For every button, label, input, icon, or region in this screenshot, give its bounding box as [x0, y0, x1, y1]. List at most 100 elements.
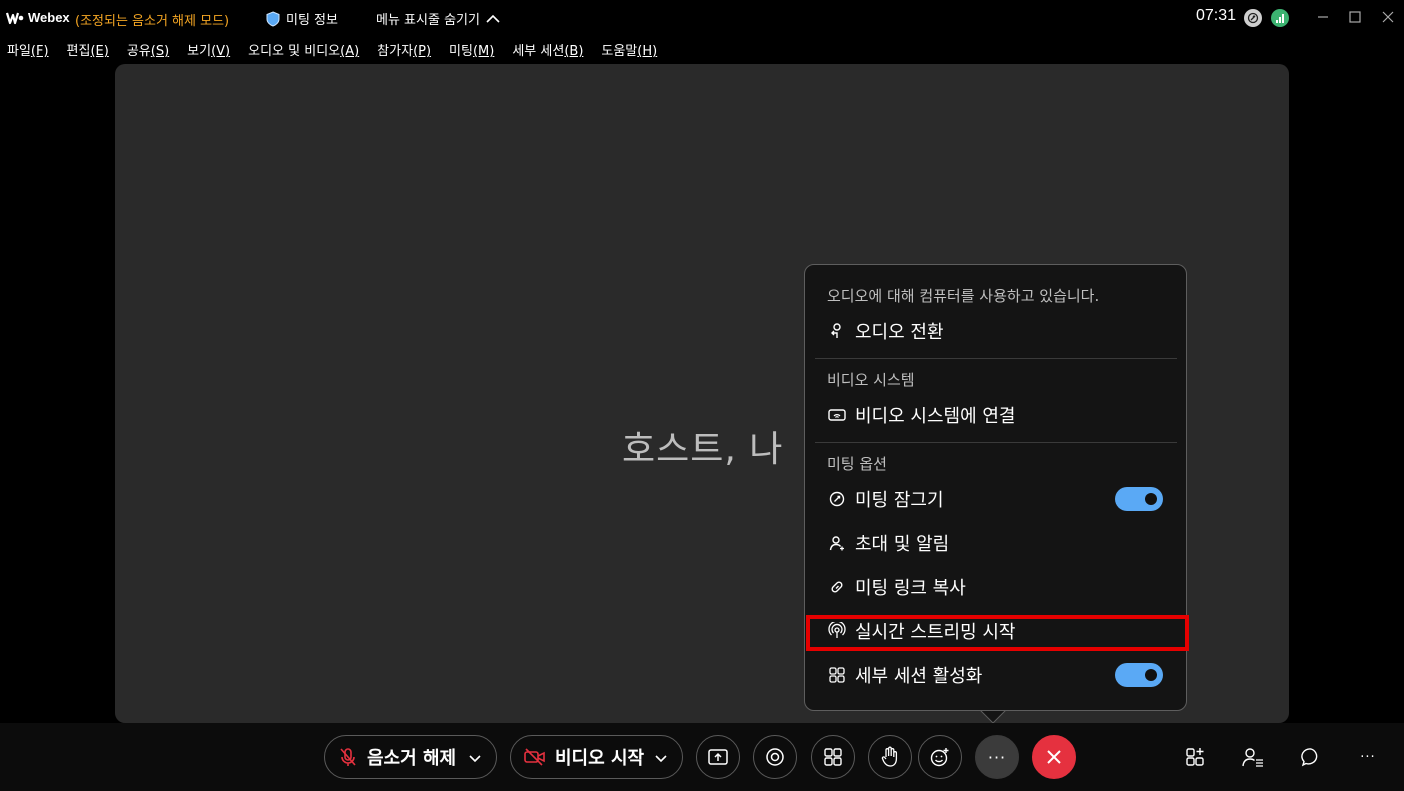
chevron-up-icon: [486, 14, 500, 23]
title-bar: Webex (조정되는 음소거 해제 모드) 미팅 정보 메뉴 표시줄 숨기기 …: [0, 0, 1404, 36]
switch-audio-item[interactable]: 오디오 전환: [815, 313, 1175, 349]
shield-icon: [266, 10, 280, 27]
record-button[interactable]: [753, 735, 797, 779]
menu-item-accelerator: (M): [472, 44, 495, 59]
more-icon: ···: [987, 747, 1007, 767]
enable-breakout-item[interactable]: 세부 세션 활성화: [815, 657, 1175, 693]
menu-bar: 파일(F) 편집(E) 공유(S) 보기(V) 오디오 및 비디오(A) 참가자(P) 미팅…: [0, 40, 668, 62]
menu-item-accelerator: (S): [150, 44, 170, 59]
divider: [815, 358, 1177, 359]
maximize-icon: [1349, 11, 1361, 23]
meeting-info-button[interactable]: 미팅 정보: [266, 9, 338, 28]
apps-button[interactable]: [811, 735, 855, 779]
start-video-button[interactable]: 비디오 시작: [510, 735, 683, 779]
menu-item-accelerator: (P): [413, 44, 432, 59]
menu-item[interactable]: 편집(E): [67, 40, 109, 62]
menu-item[interactable]: 공유(S): [127, 40, 169, 62]
menu-item-label: 공유: [126, 44, 151, 59]
divider: [815, 442, 1177, 443]
start-video-label: 비디오 시작: [555, 748, 645, 769]
menu-item[interactable]: 오디오 및 비디오(A): [248, 40, 359, 62]
meeting-info-label: 미팅 정보: [286, 13, 338, 28]
more-icon: ···: [1360, 749, 1376, 765]
menu-item-accelerator: (V): [211, 44, 231, 59]
host-name-label: 호스트, 나: [622, 429, 784, 470]
breakout-toggle[interactable]: [1115, 663, 1163, 687]
link-icon: [827, 577, 847, 597]
share-icon: [708, 749, 728, 765]
meeting-controls-bar: 음소거 해제 비디오 시작 ··· ···: [0, 723, 1404, 791]
copy-link-label: 미팅 링크 복사: [855, 578, 966, 599]
unmute-button[interactable]: 음소거 해제: [324, 735, 497, 779]
video-system-icon: [827, 405, 847, 425]
lock-meeting-label: 미팅 잠그기: [855, 490, 944, 511]
app-name: Webex: [28, 10, 70, 25]
participants-icon: [1242, 748, 1263, 767]
maximize-button[interactable]: [1343, 6, 1367, 28]
close-icon: [1382, 11, 1394, 23]
hide-menu-bar-button[interactable]: 메뉴 표시줄 숨기기: [376, 9, 500, 28]
menu-item-label: 미팅: [449, 44, 473, 59]
share-button[interactable]: [696, 735, 740, 779]
switch-audio-icon: [827, 321, 847, 341]
video-off-icon: [524, 748, 545, 766]
minimize-icon: [1318, 16, 1328, 18]
network-health-icon[interactable]: [1271, 9, 1289, 27]
chevron-down-icon[interactable]: [654, 751, 668, 765]
more-options-button[interactable]: ···: [975, 735, 1019, 779]
menu-item[interactable]: 미팅(M): [449, 40, 494, 62]
menu-item[interactable]: 도움말(H): [601, 40, 657, 62]
invite-remind-label: 초대 및 알림: [855, 534, 950, 555]
breakout-sessions-button[interactable]: [1174, 735, 1218, 779]
livestream-highlight-box: [806, 615, 1189, 651]
meeting-options-title: 미팅 옵션: [827, 455, 887, 473]
menu-item[interactable]: 파일(F): [7, 40, 49, 62]
invite-person-icon: [827, 533, 847, 553]
connect-video-system-label: 비디오 시스템에 연결: [855, 406, 1016, 427]
lock-status-icon[interactable]: [1244, 9, 1262, 27]
record-icon: [766, 748, 784, 766]
breakout-add-icon: [1186, 748, 1204, 766]
invite-remind-item[interactable]: 초대 및 알림: [815, 525, 1175, 561]
video-section-title: 비디오 시스템: [827, 371, 915, 389]
close-icon: [1047, 750, 1061, 764]
raise-hand-button[interactable]: [868, 735, 912, 779]
menu-item-label: 편집: [66, 44, 91, 59]
lock-meeting-item[interactable]: 미팅 잠그기: [815, 481, 1175, 517]
menu-item-label: 파일: [7, 44, 31, 59]
menu-item[interactable]: 세부 세션(B): [512, 40, 583, 62]
breakout-grid-icon: [827, 665, 847, 685]
lock-meeting-toggle[interactable]: [1115, 487, 1163, 511]
menu-item-label: 도움말: [601, 44, 638, 59]
menu-item-label: 오디오 및 비디오: [248, 44, 341, 59]
close-window-button[interactable]: [1376, 6, 1400, 28]
hide-menu-bar-label: 메뉴 표시줄 숨기기: [376, 13, 480, 28]
menu-item[interactable]: 보기(V): [187, 40, 230, 62]
menu-item-accelerator: (F): [30, 44, 49, 59]
panel-options-button[interactable]: ···: [1346, 735, 1390, 779]
unmute-label: 음소거 해제: [367, 748, 457, 769]
enable-breakout-label: 세부 세션 활성화: [855, 666, 983, 687]
menu-item-accelerator: (A): [340, 44, 360, 59]
participants-button[interactable]: [1231, 735, 1275, 779]
muted-mic-icon: [340, 748, 356, 766]
menu-item-accelerator: (B): [564, 44, 584, 59]
menu-item-accelerator: (E): [90, 44, 109, 59]
audio-section-title: 오디오에 대해 컴퓨터를 사용하고 있습니다.: [827, 287, 1100, 305]
raise-hand-icon: [881, 746, 898, 767]
minimize-button[interactable]: [1311, 6, 1335, 28]
chat-icon: [1301, 748, 1318, 767]
leave-meeting-button[interactable]: [1032, 735, 1076, 779]
copy-link-item[interactable]: 미팅 링크 복사: [815, 569, 1175, 605]
chevron-down-icon[interactable]: [468, 751, 482, 765]
lock-icon: [827, 489, 847, 509]
webex-meeting-window: Webex (조정되는 음소거 해제 모드) 미팅 정보 메뉴 표시줄 숨기기 …: [0, 0, 1404, 791]
webex-logo-icon: [6, 12, 24, 25]
unmute-mode-label: (조정되는 음소거 해제 모드): [75, 14, 230, 29]
menu-item-label: 세부 세션: [512, 44, 565, 59]
connect-video-system-item[interactable]: 비디오 시스템에 연결: [815, 397, 1175, 433]
chat-button[interactable]: [1289, 735, 1333, 779]
menu-item-accelerator: (H): [637, 44, 658, 59]
menu-item[interactable]: 참가자(P): [377, 40, 431, 62]
reactions-button[interactable]: [918, 735, 962, 779]
